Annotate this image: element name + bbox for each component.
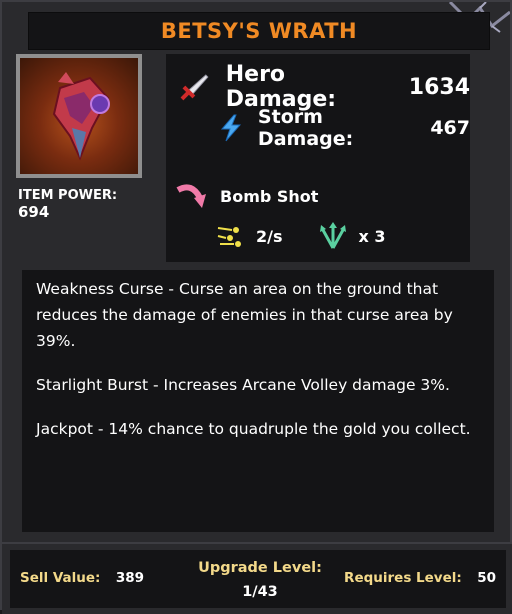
lightning-icon (220, 114, 242, 142)
footer-panel: Sell Value: 389 Upgrade Level: 1/43 Requ… (10, 550, 506, 608)
sell-value-amount: 389 (115, 570, 145, 586)
sell-value: Sell Value: 389 (20, 570, 144, 586)
footer: Sell Value: 389 Upgrade Level: 1/43 Requ… (2, 542, 512, 614)
item-portrait (16, 54, 142, 178)
item-power-label: ITEM POWER: (18, 188, 118, 203)
title-bar: BETSY'S WRATH (28, 12, 490, 50)
curved-arrow-icon (176, 184, 206, 208)
sword-icon (180, 74, 209, 101)
item-power-value: 694 (18, 203, 50, 221)
storm-damage-row: Storm Damage: 467 (218, 106, 470, 150)
ability-row: Bomb Shot (174, 180, 318, 212)
stats-panel: Hero Damage: 1634 Storm Damage: 467 Bomb… (166, 54, 470, 262)
requires-level-value: 50 (477, 570, 496, 586)
storm-damage-label: Storm Damage: (257, 106, 354, 150)
hero-damage-value: 1634 (408, 74, 470, 100)
item-title: BETSY'S WRATH (160, 19, 358, 43)
requires-level-label: Requires Level: (344, 570, 462, 586)
requires-level: Requires Level: 50 (344, 570, 496, 586)
triple-arrow-icon (319, 222, 346, 249)
fire-rate-value: 2/s (256, 226, 283, 246)
upgrade-level-value: 1/43 (242, 584, 278, 600)
rate-row: 2/s x 3 (216, 222, 386, 250)
storm-damage-value: 467 (430, 117, 470, 139)
enchantment-description: Starlight Burst - Increases Arcane Volle… (36, 376, 450, 394)
hero-damage-label: Hero Damage: (225, 62, 337, 112)
sell-value-label: Sell Value: (20, 570, 101, 586)
upgrade-level: Upgrade Level: 1/43 (170, 556, 350, 604)
hero-damage-row: Hero Damage: 1634 (176, 62, 470, 112)
enchantment-description: Weakness Curse - Curse an area on the gr… (36, 280, 453, 350)
item-power: ITEM POWER: 694 (18, 188, 148, 221)
speed-icon (217, 227, 241, 247)
item-tooltip: BETSY'S WRATH ITEM POWER: 694 Hero Damag… (0, 0, 512, 614)
description-panel: Weakness Curse - Curse an area on the gr… (22, 270, 494, 532)
upgrade-level-label: Upgrade Level: (198, 560, 322, 576)
crossbow-item-image (20, 58, 138, 174)
enchantment-description: Jackpot - 14% chance to quadruple the go… (36, 420, 471, 438)
projectile-count: x 3 (358, 226, 386, 246)
ability-name: Bomb Shot (220, 186, 319, 206)
